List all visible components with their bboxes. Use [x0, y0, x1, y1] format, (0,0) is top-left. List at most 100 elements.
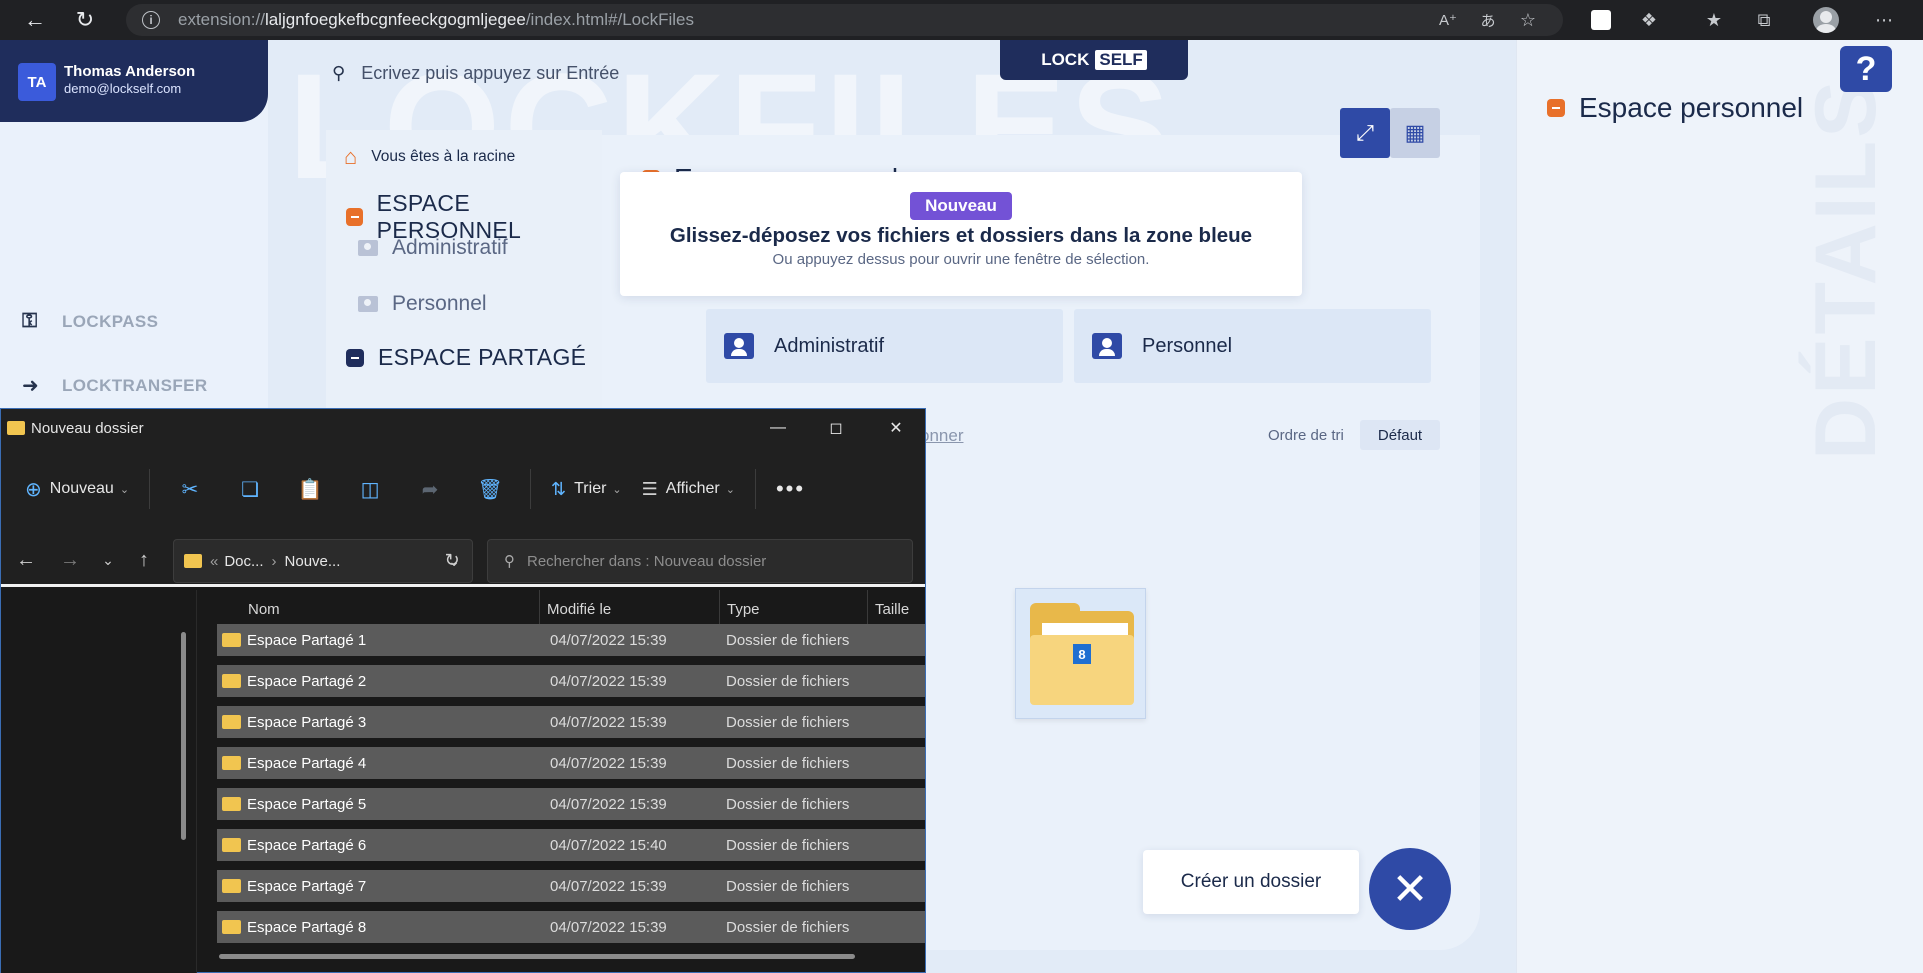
user-folder-icon: [358, 240, 378, 256]
translate-icon[interactable]: あ: [1469, 2, 1507, 38]
column-header-modified[interactable]: Modifié le: [540, 590, 720, 628]
folder-card-personnel[interactable]: Personnel: [1074, 309, 1431, 383]
up-icon[interactable]: ↑: [129, 545, 159, 575]
paste-icon[interactable]: 📋: [290, 469, 330, 509]
breadcrumb-item[interactable]: Nouve...: [285, 553, 341, 570]
favorites-icon[interactable]: ★: [1695, 2, 1733, 38]
logo-self-text: SELF: [1095, 50, 1147, 70]
folder-card-label: Administratif: [774, 334, 885, 357]
view-button-label: Afficher: [665, 480, 720, 497]
address-bar[interactable]: i extension://laljgnfoegkefbcgnfeeckgogm…: [126, 4, 1563, 36]
select-link[interactable]: onner: [920, 426, 963, 446]
column-header-name[interactable]: Nom: [241, 590, 540, 628]
table-row[interactable]: Espace Partagé 3 04/07/2022 15:39 Dossier …: [217, 706, 925, 738]
back-icon[interactable]: ←: [16, 1, 54, 39]
view-button[interactable]: ☰ Afficher ⌄: [642, 479, 735, 500]
horizontal-scrollbar[interactable]: [219, 954, 855, 959]
more-options-icon[interactable]: •••: [776, 476, 805, 502]
file-name: Espace Partagé 4: [247, 754, 367, 772]
lockself-extension-icon[interactable]: [1582, 2, 1620, 38]
chevron-down-icon: ⌄: [612, 483, 622, 496]
folder-icon: [222, 756, 241, 770]
explorer-search-input[interactable]: ⚲ Rechercher dans : Nouveau dossier: [487, 539, 913, 583]
folder-icon: [222, 633, 241, 647]
forward-icon[interactable]: →: [55, 545, 85, 575]
back-icon[interactable]: ←: [11, 545, 41, 575]
sort-button-label: Trier: [574, 480, 607, 497]
table-row[interactable]: Espace Partagé 7 04/07/2022 15:39 Dossier …: [217, 870, 925, 902]
share-icon[interactable]: ➦: [410, 469, 450, 509]
extensions-icon[interactable]: ❖: [1630, 2, 1668, 38]
column-header-size[interactable]: Taille: [868, 590, 925, 628]
file-date: 04/07/2022 15:39: [550, 672, 667, 690]
table-row[interactable]: Espace Partagé 2 04/07/2022 15:39 Dossier …: [217, 665, 925, 697]
profile-icon[interactable]: [1807, 2, 1845, 38]
explorer-toolbar: ⊕ Nouveau ⌄ ✂ ❏ 📋 ◫ ➦ 🗑 ⇅ Trier ⌄ ☰ Affi…: [1, 447, 925, 531]
folder-card-administratif[interactable]: Administratif: [706, 309, 1063, 383]
delete-icon[interactable]: 🗑: [470, 469, 510, 509]
table-row[interactable]: Espace Partagé 1 04/07/2022 15:39 Dossier …: [217, 624, 925, 656]
navigation-pane[interactable]: [1, 590, 197, 973]
folder-icon: [222, 797, 241, 811]
cut-icon[interactable]: ✂: [170, 469, 210, 509]
user-card[interactable]: TA Thomas Anderson demo@lockself.com: [0, 40, 268, 122]
tree-section-shared[interactable]: ESPACE PARTAGÉ: [346, 344, 586, 371]
new-button-label: Nouveau: [49, 480, 114, 497]
breadcrumb-item[interactable]: Doc...: [224, 553, 263, 570]
new-button[interactable]: ⊕ Nouveau ⌄: [25, 477, 129, 502]
collections-icon[interactable]: ⧉: [1745, 2, 1783, 38]
file-name: Espace Partagé 2: [247, 672, 367, 690]
table-row[interactable]: Espace Partagé 5 04/07/2022 15:39 Dossier …: [217, 788, 925, 820]
tree-item-personnel[interactable]: Personnel: [358, 292, 487, 316]
close-button[interactable]: ✕: [1369, 848, 1451, 930]
collapse-icon[interactable]: [346, 348, 364, 367]
help-button[interactable]: ?: [1840, 46, 1892, 92]
create-folder-button[interactable]: Créer un dossier: [1143, 850, 1359, 914]
nav-scrollbar[interactable]: [181, 632, 186, 840]
refresh-icon[interactable]: ↻: [437, 545, 467, 575]
sort-button[interactable]: ⇅ Trier ⌄: [551, 479, 622, 500]
folder-icon: [222, 838, 241, 852]
refresh-icon[interactable]: ↻: [66, 1, 104, 39]
browser-action-icons: A⁺ あ ☆ ❖ ★ ⧉ ⋯: [1439, 0, 1923, 40]
favorite-add-icon[interactable]: ☆: [1509, 2, 1547, 38]
file-explorer-window[interactable]: Nouveau dossier — ◻ ✕ ⊕ Nouveau ⌄ ✂ ❏ 📋 …: [0, 408, 926, 973]
sort-select[interactable]: Défaut: [1360, 420, 1440, 450]
logo-lock-text: LOCK: [1041, 50, 1090, 69]
column-header-type[interactable]: Type: [720, 590, 868, 628]
collapse-icon[interactable]: [346, 208, 363, 226]
table-row[interactable]: Espace Partagé 6 04/07/2022 15:40 Dossier …: [217, 829, 925, 861]
recent-locations-icon[interactable]: ⌄: [93, 545, 123, 575]
more-icon[interactable]: ⋯: [1865, 2, 1903, 38]
new-badge: Nouveau: [910, 192, 1012, 220]
close-icon: ✕: [889, 420, 903, 437]
column-label: Type: [727, 600, 760, 618]
column-label: Nom: [248, 600, 280, 618]
file-list: Espace Partagé 1 04/07/2022 15:39 Dossier …: [217, 624, 925, 952]
grid-view-button[interactable]: ▦: [1390, 108, 1440, 158]
folder-icon: [184, 554, 202, 568]
file-type: Dossier de fichiers: [726, 713, 850, 731]
maximize-button[interactable]: ◻: [807, 409, 865, 447]
read-aloud-icon[interactable]: A⁺: [1429, 2, 1467, 38]
explorer-title: Nouveau dossier: [31, 419, 144, 437]
folder-icon: [222, 674, 241, 688]
nav-item-lockpass[interactable]: ⚿ LOCKPASS: [22, 310, 158, 333]
rename-icon[interactable]: ◫: [350, 469, 390, 509]
file-type: Dossier de fichiers: [726, 918, 850, 936]
folder-icon: [7, 421, 25, 435]
nav-item-locktransfer[interactable]: ➜ LOCKTRANSFER: [22, 373, 208, 398]
search-input[interactable]: ⚲ Ecrivez puis appuyez sur Entrée: [332, 63, 619, 84]
user-folder-icon: [358, 296, 378, 312]
breadcrumb[interactable]: « Doc... › Nouve... ⌄: [173, 539, 473, 583]
copy-icon[interactable]: ❏: [230, 469, 270, 509]
tree-root[interactable]: ⌂ Vous êtes à la racine: [344, 144, 515, 170]
table-row[interactable]: Espace Partagé 4 04/07/2022 15:39 Dossier …: [217, 747, 925, 779]
expand-button[interactable]: ⤢: [1340, 108, 1390, 158]
minimize-button[interactable]: —: [749, 409, 807, 447]
window-close-button[interactable]: ✕: [867, 409, 925, 447]
tree-item-administratif[interactable]: Administratif: [358, 236, 508, 260]
table-row[interactable]: Espace Partagé 8 04/07/2022 15:39 Dossier …: [217, 911, 925, 943]
user-folder-icon: [724, 333, 754, 359]
info-icon[interactable]: i: [142, 11, 160, 29]
